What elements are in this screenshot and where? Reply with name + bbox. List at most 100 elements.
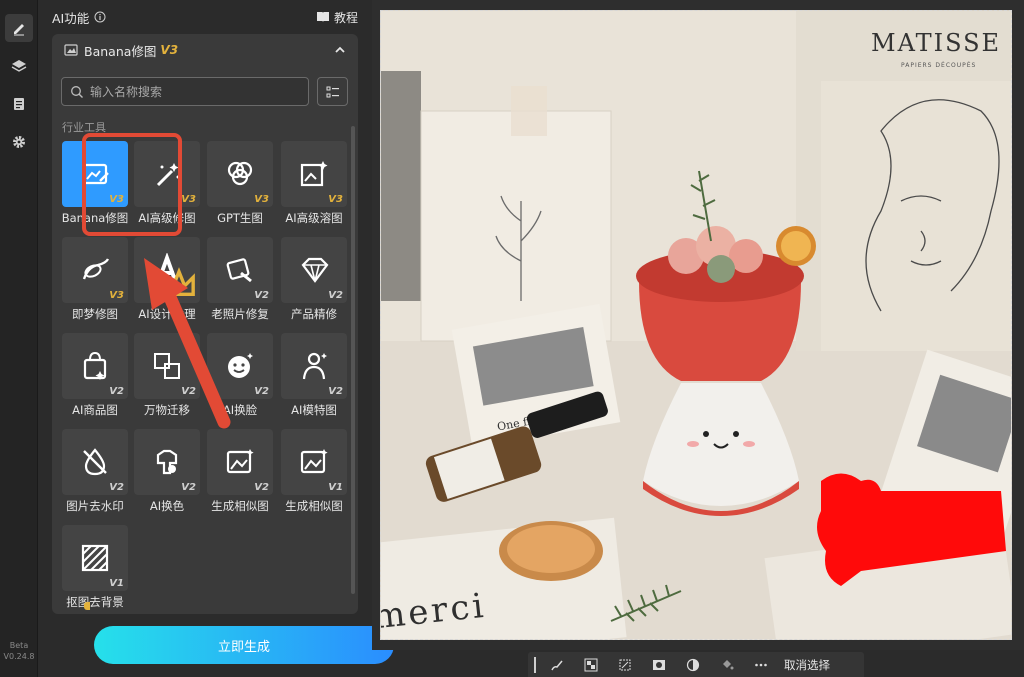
- contrast-icon: [686, 658, 700, 671]
- tool-label: GPT生图: [217, 211, 263, 225]
- tool-version-badge: V2: [254, 482, 269, 493]
- settings-button[interactable]: [5, 128, 33, 156]
- similar-image-icon: [226, 449, 254, 474]
- tool-tile[interactable]: V3: [62, 237, 128, 303]
- tools-scrollbar[interactable]: [351, 126, 355, 594]
- tool-version-badge: V2: [254, 386, 269, 397]
- remove-bg-icon: [81, 544, 109, 572]
- tool-item[interactable]: V3 即梦修图: [62, 237, 128, 322]
- tool-version-badge: V2: [254, 290, 269, 301]
- app-window: Beta V0.24.8 AI功能 教程 Banana修图 V3 输入名称搜索 …: [0, 0, 1024, 677]
- tool-tile[interactable]: V2: [207, 429, 273, 495]
- tool-item[interactable]: V2 产品精修: [281, 237, 347, 322]
- tool-label: 图片去水印: [66, 499, 124, 513]
- tool-version-badge: V3: [328, 194, 343, 205]
- feature-card-version: V3: [160, 43, 179, 57]
- tool-item[interactable]: V3 GPT生图: [207, 141, 273, 226]
- tool-label: AI高级溶图: [285, 211, 343, 225]
- canvas-area: MATISSE PAPIERS DÉCOUPÉS One fine day me…: [372, 0, 1024, 650]
- tool-version-badge: V3: [109, 290, 124, 301]
- tool-label: 生成相似图: [211, 499, 269, 513]
- feature-card-header[interactable]: Banana修图 V3: [52, 34, 358, 66]
- layers-icon: [11, 60, 27, 72]
- tool-item[interactable]: V3 AI高级溶图: [281, 141, 347, 226]
- tool-version-badge: V1: [328, 482, 343, 493]
- tool-item[interactable]: V2 生成相似图: [207, 429, 273, 514]
- gear-icon: [13, 136, 25, 148]
- tool-item[interactable]: V2 图片去水印: [62, 429, 128, 514]
- beta-label: Beta: [9, 641, 29, 650]
- search-box[interactable]: [61, 77, 309, 106]
- tool-item[interactable]: V2 AI模特图: [281, 333, 347, 418]
- search-icon: [71, 85, 83, 98]
- diamond-icon: [301, 257, 329, 283]
- ai-features-panel: AI功能 教程 Banana修图 V3 行业工具 V: [38, 0, 394, 677]
- checker-icon: [584, 658, 598, 671]
- invert-button[interactable]: [682, 656, 704, 674]
- info-icon[interactable]: [94, 11, 106, 23]
- tool-version-badge: V2: [328, 290, 343, 301]
- tool-label: 抠图去背景: [66, 595, 124, 609]
- tool-tile[interactable]: V2: [281, 237, 347, 303]
- paint-bucket-icon: [723, 659, 734, 669]
- tutorial-label: 教程: [333, 10, 358, 25]
- chevron-up-icon[interactable]: [334, 44, 346, 56]
- remove-watermark-icon: [83, 448, 107, 476]
- left-toolbar: Beta V0.24.8: [0, 0, 38, 677]
- tool-version-badge: V2: [109, 386, 124, 397]
- deselect-button[interactable]: 取消选择: [784, 657, 830, 673]
- tool-label: AI模特图: [291, 403, 337, 417]
- toolbar-divider: [534, 656, 536, 673]
- tool-label: 产品精修: [291, 307, 337, 321]
- search-input[interactable]: [90, 84, 290, 99]
- selection-toolbar: 取消选择: [528, 652, 864, 677]
- feature-card-title: Banana修图: [84, 43, 157, 59]
- tool-version-badge: V2: [328, 386, 343, 397]
- tool-tile[interactable]: V3: [207, 141, 273, 207]
- mask-button[interactable]: [648, 656, 670, 674]
- tool-item[interactable]: V1 生成相似图: [281, 429, 347, 514]
- grid-select-button[interactable]: [580, 656, 602, 674]
- poster-subtitle: PAPIERS DÉCOUPÉS: [901, 61, 976, 69]
- tool-tile[interactable]: V2: [62, 333, 128, 399]
- dream-brush-icon: [82, 258, 110, 280]
- image-sparkle-icon: [300, 161, 328, 187]
- version-info: Beta V0.24.8: [0, 640, 38, 662]
- photo-canvas[interactable]: MATISSE PAPIERS DÉCOUPÉS One fine day me…: [380, 10, 1012, 640]
- red-arrow-annotation: [144, 258, 231, 429]
- edit-tool-button[interactable]: [5, 14, 33, 42]
- tool-item[interactable]: V2 AI商品图: [62, 333, 128, 418]
- generate-button[interactable]: 立即生成: [94, 626, 394, 664]
- tool-label: 生成相似图: [285, 499, 343, 513]
- list-view-button[interactable]: [317, 77, 348, 106]
- crop-select-button[interactable]: [614, 656, 636, 674]
- color-change-icon: [156, 449, 178, 475]
- fill-button[interactable]: [716, 656, 738, 674]
- ellipsis-icon: [755, 663, 767, 666]
- tool-item[interactable]: V1 抠图去背景: [62, 525, 128, 610]
- panel-header: AI功能 教程: [52, 8, 358, 26]
- tool-tile[interactable]: V3: [281, 141, 347, 207]
- shopping-bag-icon: [83, 351, 107, 380]
- tool-label: 即梦修图: [72, 307, 118, 321]
- more-button[interactable]: [750, 656, 772, 674]
- image-icon: [64, 44, 78, 56]
- tool-tile[interactable]: V2: [281, 333, 347, 399]
- tool-tile[interactable]: V2: [134, 429, 200, 495]
- document-button[interactable]: [5, 90, 33, 118]
- tool-tile[interactable]: V1: [281, 429, 347, 495]
- document-icon: [14, 98, 24, 110]
- product-photo: MATISSE PAPIERS DÉCOUPÉS One fine day me…: [381, 11, 1011, 639]
- crop-icon: [619, 659, 631, 670]
- pencil-icon: [14, 24, 24, 36]
- tutorial-link[interactable]: 教程: [316, 9, 358, 26]
- brush-select-button[interactable]: [546, 656, 568, 674]
- tool-tile[interactable]: V1: [62, 525, 128, 591]
- layers-button[interactable]: [5, 52, 33, 80]
- similar-image-icon: [300, 449, 328, 474]
- tool-tile[interactable]: V2: [62, 429, 128, 495]
- tool-version-badge: V1: [109, 578, 124, 589]
- gpt-logo-icon: [227, 161, 253, 186]
- poster-title: MATISSE: [871, 29, 1001, 57]
- tool-item[interactable]: V2 AI换色: [134, 429, 200, 514]
